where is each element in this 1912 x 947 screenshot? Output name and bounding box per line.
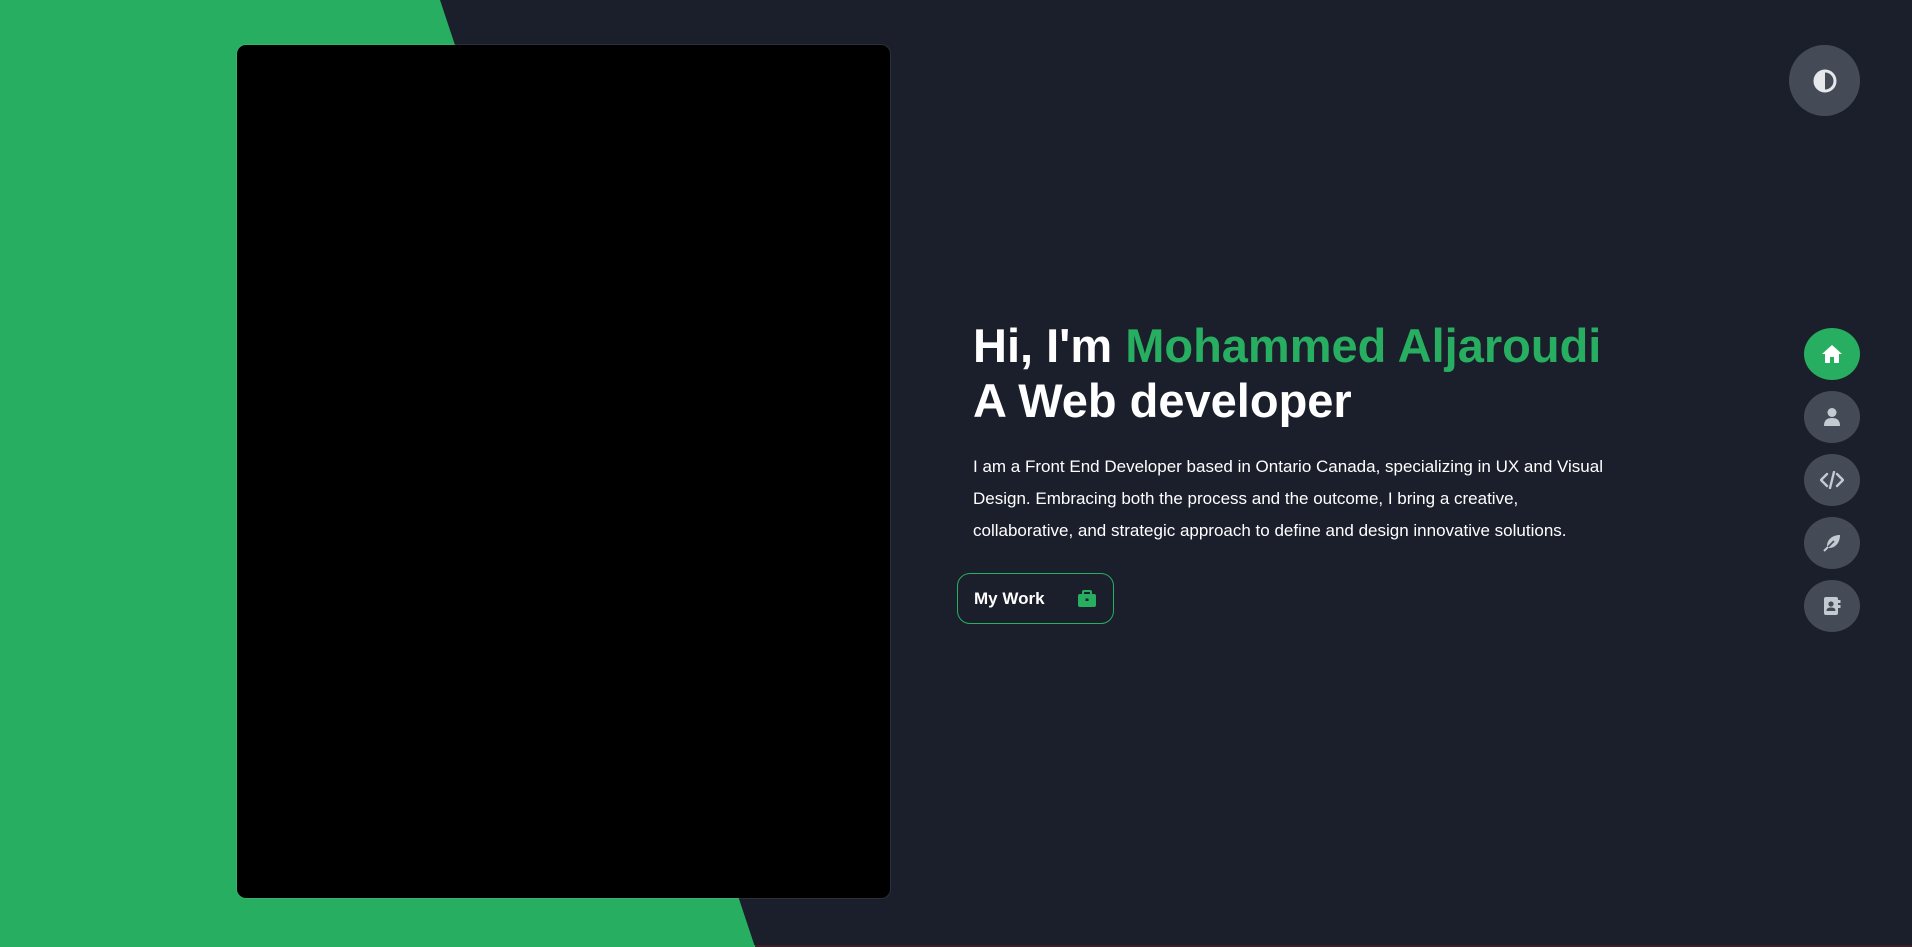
briefcase-icon <box>1078 589 1096 607</box>
nav-home-button[interactable] <box>1804 328 1860 380</box>
contact-book-icon <box>1824 597 1841 615</box>
nav-skills-button[interactable] <box>1804 454 1860 506</box>
hero-section: Hi, I'm Mohammed Aljaroudi A Web develop… <box>973 318 1693 547</box>
home-icon <box>1822 345 1842 363</box>
nav-about-button[interactable] <box>1804 391 1860 443</box>
hero-role: A Web developer <box>973 374 1352 427</box>
user-icon <box>1824 408 1840 426</box>
side-navigation <box>1804 328 1860 643</box>
my-work-button[interactable]: My Work <box>957 573 1114 624</box>
hero-greeting: Hi, I'm <box>973 319 1126 372</box>
nav-contact-button[interactable] <box>1804 580 1860 632</box>
hero-description: I am a Front End Developer based in Onta… <box>973 457 1603 540</box>
feather-icon <box>1823 535 1840 552</box>
theme-toggle-button[interactable] <box>1789 45 1860 116</box>
hero-title: Hi, I'm Mohammed Aljaroudi A Web develop… <box>973 318 1693 428</box>
my-work-label: My Work <box>974 588 1045 608</box>
nav-blog-button[interactable] <box>1804 517 1860 569</box>
profile-photo <box>237 45 890 898</box>
hero-name: Mohammed Aljaroudi <box>1125 319 1602 372</box>
portfolio-page: Hi, I'm Mohammed Aljaroudi A Web develop… <box>0 0 1912 947</box>
half-circle-contrast-icon <box>1813 69 1836 92</box>
code-icon <box>1820 471 1844 489</box>
